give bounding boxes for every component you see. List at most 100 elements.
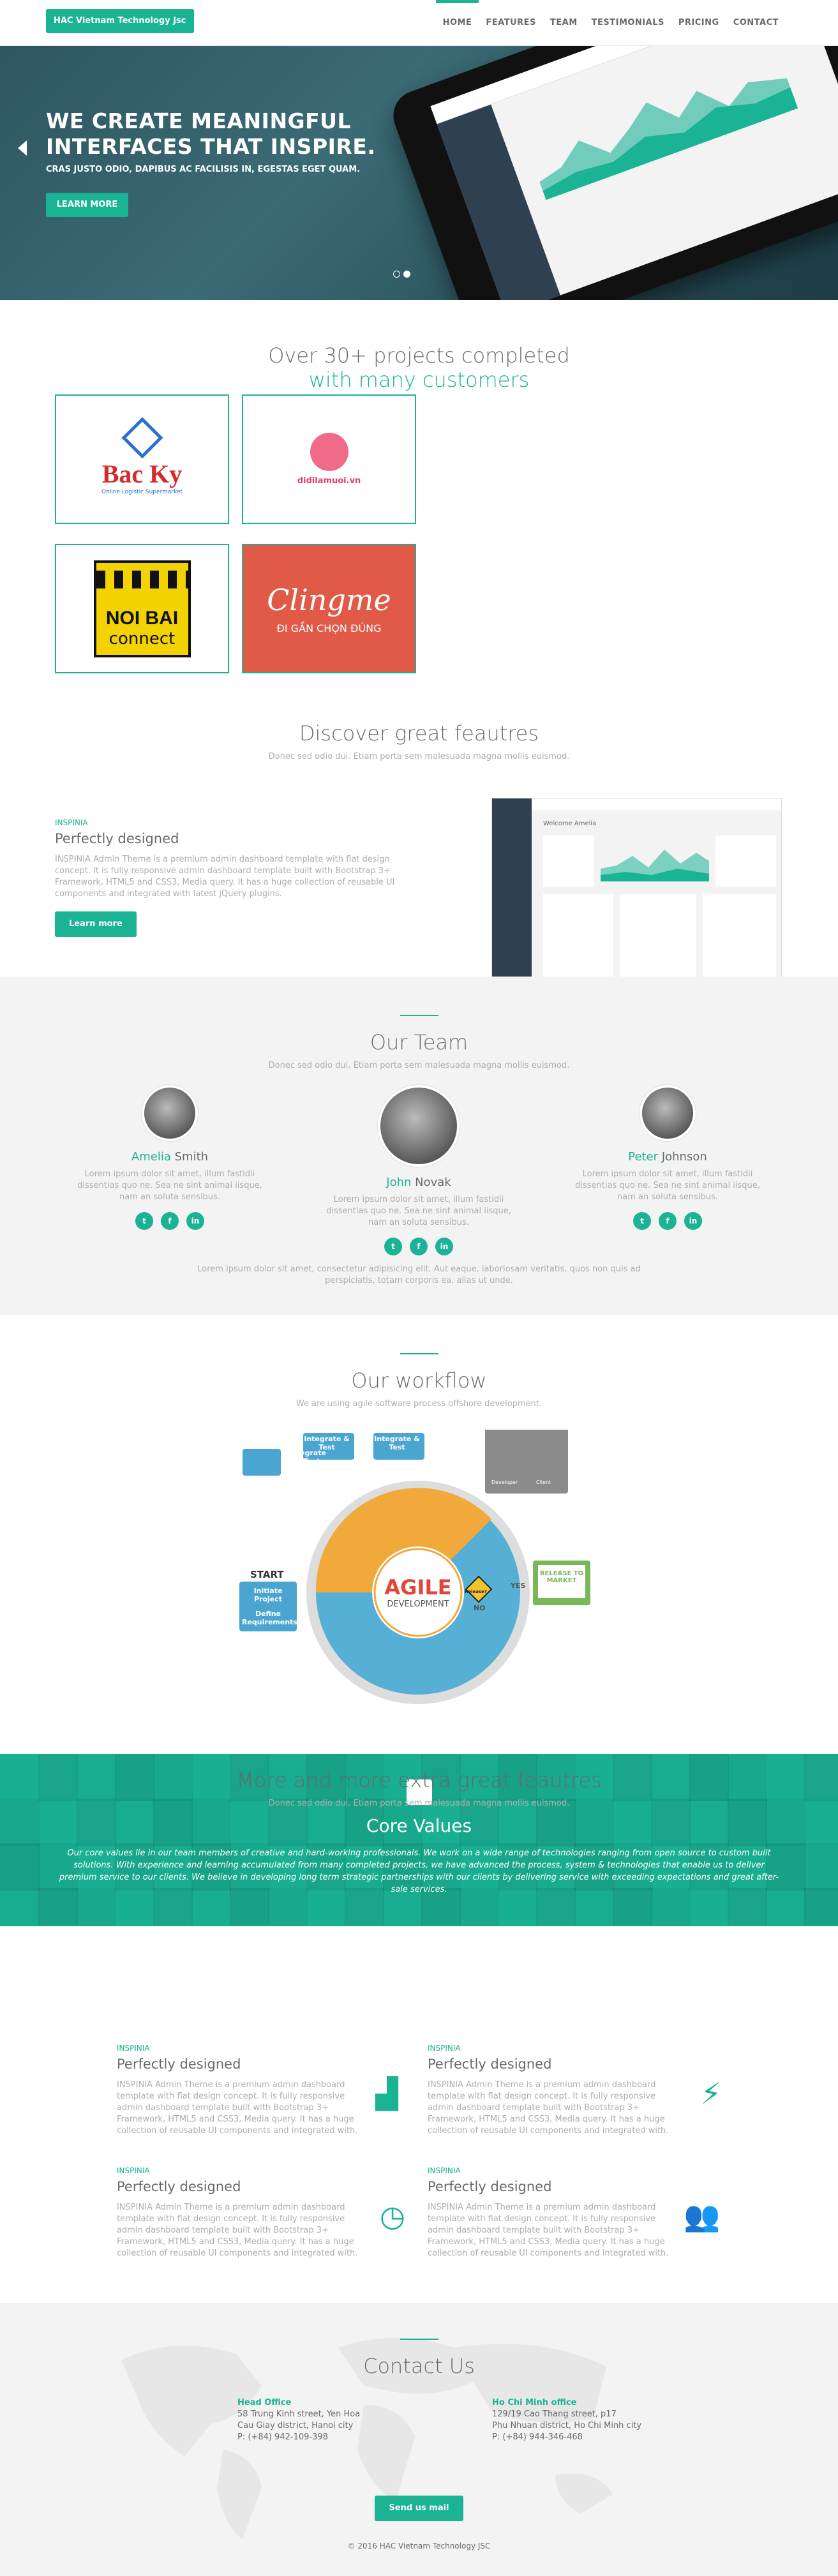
client-name: Bac Ky [101, 460, 183, 488]
feature-label: INSPINIA [55, 818, 88, 827]
workflow-subtitle: We are using agile software process offs… [296, 1399, 542, 1409]
twitter-icon[interactable]: t [384, 1238, 402, 1255]
client-tagline: Online Logistic Supermarket [101, 489, 183, 495]
office-address: Phu Nhuan district, Ho Chi Minh city [492, 2421, 642, 2430]
extra-subtitle: Donec sed odio dui. Etiam porta sem male… [268, 1799, 570, 1808]
avatar [640, 1085, 696, 1141]
extra-title: More and more extra great feautres [236, 1768, 602, 1792]
send-mail-button[interactable]: Send us mail [375, 2496, 463, 2521]
users-icon: 👥 [684, 2199, 721, 2233]
bar-chart-icon: ▟ [375, 2076, 398, 2111]
feature-label: INSPINIA [428, 2044, 461, 2053]
feature-text: INSPINIA Admin Theme is a premium admin … [428, 2080, 669, 2136]
learn-more-button[interactable]: LEARN MORE [46, 193, 128, 217]
nav-features[interactable]: FEATURES [479, 0, 543, 46]
client-tagline: ĐI GẦN CHỌN ĐÚNG [276, 622, 382, 634]
hcm-office: Ho Chi Minh office 129/19 Cao Thang stre… [492, 2397, 645, 2443]
avatar [142, 1085, 198, 1141]
nav-contact[interactable]: CONTACT [726, 0, 786, 46]
feature-heading: Perfectly designed [55, 831, 179, 846]
nav-testimonials[interactable]: TESTIMONIALS [585, 0, 671, 46]
start-label: START [250, 1569, 284, 1580]
twitter-icon[interactable]: t [135, 1212, 153, 1230]
linkedin-icon[interactable]: in [684, 1212, 702, 1230]
feature-heading: Perfectly designed [117, 2056, 241, 2072]
divider [400, 2339, 438, 2340]
office-title: Head Office [237, 2398, 292, 2408]
client-logo-card[interactable]: NOI BAI connect [55, 544, 229, 673]
tablet-mockup [386, 46, 838, 300]
agile-center: AGILE DEVELOPMENT [384, 1575, 452, 1609]
member-name: John Novak [386, 1176, 451, 1189]
carousel-dot-2[interactable] [403, 271, 410, 278]
hero-carousel: WE CREATE MEANINGFUL INTERFACES THAT INS… [0, 46, 838, 300]
member-bio: Lorem ipsum dolor sit amet, illum fastid… [326, 1195, 511, 1227]
projects-section: Over 30+ projects completed with many cu… [0, 300, 838, 978]
facebook-icon[interactable]: f [410, 1238, 428, 1255]
client-logo-card[interactable]: Clingme ĐI GẦN CHỌN ĐÚNG [242, 544, 416, 673]
feature-block: INSPINIA Perfectly designed INSPINIA Adm… [55, 818, 400, 937]
bolt-icon: ⚡ [700, 2076, 722, 2111]
facebook-icon[interactable]: f [659, 1212, 677, 1230]
team-member-card: John Novak Lorem ipsum dolor sit amet, i… [317, 1085, 521, 1255]
nav-home[interactable]: HOME [435, 0, 479, 46]
linkedin-icon[interactable]: in [435, 1238, 453, 1255]
carousel-dot-1[interactable] [393, 271, 400, 278]
client-logo-card[interactable]: Bac Ky Online Logistic Supermarket [55, 394, 229, 524]
client-logo-card[interactable]: didilamuoi.vn [242, 394, 416, 524]
hero-headline: WE CREATE MEANINGFUL INTERFACES THAT INS… [46, 109, 376, 159]
workflow-title: Our workflow [351, 1368, 487, 1393]
avatar [378, 1085, 460, 1167]
carousel-prev-icon[interactable] [18, 140, 27, 156]
initiate-box: Initiate Project Define Requirements [239, 1582, 297, 1631]
feature-label: INSPINIA [117, 2044, 150, 2053]
noibai-logo: NOI BAI connect [93, 560, 191, 657]
divider [400, 1353, 438, 1354]
dashboard-screenshot: Welcome Amelia [491, 798, 782, 978]
team-subtitle: Donec sed odio dui. Etiam porta sem male… [268, 1061, 570, 1070]
release-label: RELEASE TO MARKET [539, 1570, 584, 1584]
feature-text: INSPINIA Admin Theme is a premium admin … [55, 855, 395, 899]
linkedin-icon[interactable]: in [186, 1212, 204, 1230]
office-phone: P: (+84) 944-346-468 [492, 2432, 583, 2442]
feature-heading: Perfectly designed [117, 2179, 241, 2194]
office-address: 58 Trung Kinh street, Yen Hoa [237, 2409, 361, 2419]
nav-team[interactable]: TEAM [543, 0, 585, 46]
mock-title: Welcome Amelia [543, 820, 597, 827]
clock-icon: ◷ [379, 2199, 406, 2233]
no-label: NO [474, 1604, 486, 1612]
member-bio: Lorem ipsum dolor sit amet, illum fastid… [575, 1169, 760, 1202]
learn-more-button[interactable]: Learn more [55, 911, 137, 937]
client-name: didilamuoi.vn [297, 476, 361, 486]
facebook-icon[interactable]: f [161, 1212, 179, 1230]
client-name: Clingme [267, 583, 391, 617]
team-section: Our Team Donec sed odio dui. Etiam porta… [0, 977, 838, 1315]
main-menu: HOME FEATURES TEAM TESTIMONIALS PRICING … [435, 0, 786, 46]
extra-feature: INSPINIA Perfectly designed INSPINIA Adm… [428, 2044, 696, 2137]
nav-pricing[interactable]: PRICING [671, 0, 726, 46]
discover-subtitle: Donec sed odio dui. Etiam porta sem male… [268, 752, 570, 761]
feature-text: INSPINIA Admin Theme is a premium admin … [428, 2203, 669, 2258]
contact-title: Contact Us [363, 2354, 475, 2378]
discover-title: Discover great feautres [299, 721, 539, 745]
client-tagline: connect [108, 629, 176, 648]
backy-logo-icon [121, 417, 163, 459]
extra-grid: INSPINIA Perfectly designed INSPINIA Adm… [0, 1926, 838, 2303]
release-question: Release? [465, 1589, 487, 1594]
feature-label: INSPINIA [428, 2166, 461, 2175]
team-footer-text: Lorem ipsum dolor sit amet, consectetur … [197, 1264, 641, 1285]
contact-section: Contact Us Head Office 58 Trung Kinh str… [0, 2303, 838, 2576]
office-title: Ho Chi Minh office [492, 2398, 577, 2408]
feature-heading: Perfectly designed [428, 2056, 552, 2072]
top-navbar: HAC Vietnam Technology Jsc HOME FEATURES… [0, 0, 838, 46]
extra-feature: INSPINIA Perfectly designed INSPINIA Adm… [428, 2166, 696, 2259]
brand-logo[interactable]: HAC Vietnam Technology Jsc [46, 9, 194, 33]
twitter-icon[interactable]: t [633, 1212, 651, 1230]
team-member-card: Peter Johnson Lorem ipsum dolor sit amet… [565, 1085, 770, 1230]
client-label: Client [536, 1479, 551, 1485]
projects-title: Over 30+ projects completed [268, 343, 570, 368]
projects-subtitle: with many customers [308, 368, 530, 392]
team-member-card: Amelia Smith Lorem ipsum dolor sit amet,… [68, 1085, 272, 1230]
member-name: Peter Johnson [628, 1150, 707, 1164]
office-phone: P: (+84) 942-109-398 [237, 2432, 328, 2442]
